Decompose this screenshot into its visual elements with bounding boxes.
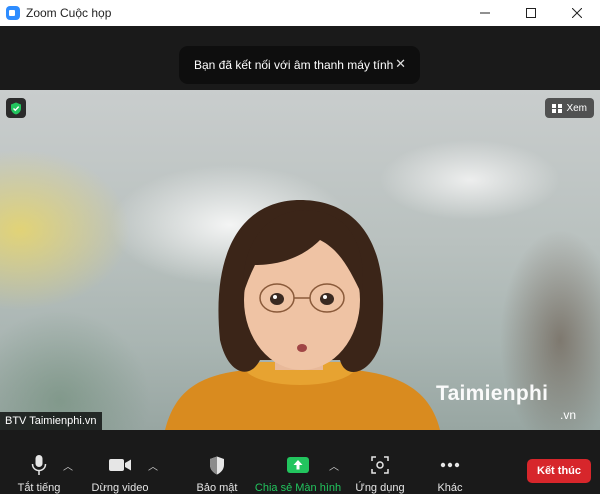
minimize-button[interactable] (462, 0, 508, 26)
share-options-chevron-icon[interactable]: ︿ (329, 458, 339, 473)
title-bar: Zoom Cuộc họp (0, 0, 600, 26)
security-shield-badge[interactable] (6, 98, 26, 118)
window-title: Zoom Cuộc họp (26, 6, 112, 20)
shield-check-icon (11, 102, 21, 114)
microphone-icon (31, 455, 47, 475)
stop-video-label: Dừng video (91, 482, 149, 494)
share-screen-icon (287, 457, 309, 473)
participant-video-illustration (165, 200, 440, 430)
audio-connected-toast: Bạn đã kết nối với âm thanh máy tính ✕ (179, 46, 420, 84)
close-icon (572, 8, 582, 18)
view-button-label: Xem (566, 102, 587, 114)
zoom-app-icon (6, 6, 20, 20)
end-meeting-button[interactable]: Kết thúc (527, 459, 591, 483)
apps-button[interactable]: Ứng dụng (354, 430, 406, 494)
video-area: Xem Taimienphi .vn BTV Taimienphi.vn (0, 90, 600, 430)
mute-button[interactable]: Tắt tiếng (14, 430, 64, 494)
video-camera-icon (109, 459, 131, 471)
apps-icon (371, 456, 389, 474)
maximize-icon (526, 8, 536, 18)
maximize-button[interactable] (508, 0, 554, 26)
shield-icon (210, 456, 224, 474)
watermark-logo: Taimienphi (436, 382, 549, 405)
minimize-icon (480, 12, 490, 14)
more-button[interactable]: Khác (430, 430, 470, 494)
audio-options-chevron-icon[interactable]: ︿ (63, 458, 73, 473)
stop-video-button[interactable]: Dừng video (90, 430, 150, 494)
toast-close-icon[interactable]: ✕ (395, 56, 406, 72)
window-controls (462, 0, 600, 26)
close-button[interactable] (554, 0, 600, 26)
more-label: Khác (437, 482, 463, 494)
view-button[interactable]: Xem (545, 98, 594, 118)
share-screen-label: Chia sẻ Màn hình (254, 482, 342, 494)
security-button[interactable]: Bảo mật (194, 430, 240, 494)
mute-label: Tắt tiếng (17, 482, 61, 494)
security-label: Bảo mật (196, 482, 238, 494)
grid-icon (552, 103, 563, 113)
apps-label: Ứng dụng (355, 482, 405, 494)
more-dots-icon (440, 462, 460, 468)
video-options-chevron-icon[interactable]: ︿ (148, 458, 158, 473)
toast-message: Bạn đã kết nối với âm thanh máy tính (194, 58, 394, 72)
meeting-toolbar: Tắt tiếng ︿ Dừng video ︿ Bảo mật Chia sẻ… (0, 430, 600, 494)
participant-name-tag: BTV Taimienphi.vn (0, 412, 102, 430)
watermark-domain: .vn (560, 408, 577, 422)
